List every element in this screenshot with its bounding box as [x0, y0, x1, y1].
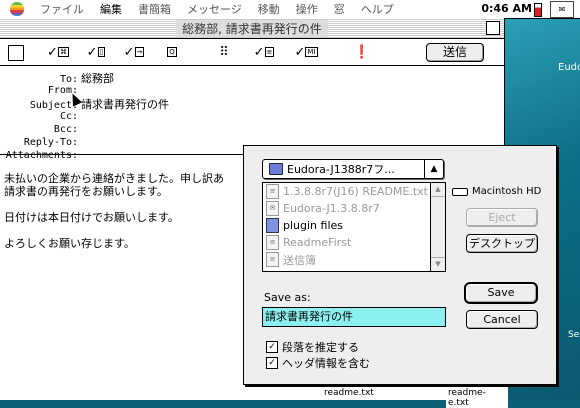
- zoom-box-icon[interactable]: [486, 21, 500, 35]
- checkbox-checked-icon[interactable]: ✓: [266, 341, 278, 353]
- include-headers-checkbox[interactable]: ✓ ヘッダ情報を含む: [266, 355, 370, 371]
- save-dialog: Eudora-J1388r7フ... ▲ ≡ 1.3.8.8r7(J16) REA…: [243, 145, 557, 385]
- desktop-file-readme[interactable]: readme.txt: [322, 388, 376, 398]
- file-item[interactable]: ≡ 1.3.8.8r7(J16) README.txt: [263, 183, 445, 200]
- cancel-button[interactable]: Cancel: [466, 310, 538, 329]
- message-toolbar: ✓ ⌘ ✓ ▯ ✓ → Q ⠿ ✓ ≡ ✓ MI ❗ 送信: [0, 39, 504, 66]
- send-button[interactable]: 送信: [426, 43, 484, 62]
- file-item[interactable]: ≡ 送信簿: [263, 251, 445, 268]
- header-label: Reply-To:: [23, 137, 78, 148]
- eject-button[interactable]: Eject: [466, 208, 538, 227]
- header-value[interactable]: 請求書再発行の件: [81, 98, 169, 111]
- text-as-attachment-icon[interactable]: ⠿: [214, 43, 234, 61]
- header-value[interactable]: 総務部: [81, 72, 114, 85]
- message-body[interactable]: 未払いの企業から連絡がきました。申し訳あ 請求書の再発行をお願いします。 日付け…: [4, 172, 244, 263]
- text-doc-icon[interactable]: ✓ ≡: [254, 43, 275, 61]
- scroll-up-icon[interactable]: ▲: [431, 183, 445, 197]
- save-as-field[interactable]: 請求書再発行の件: [262, 307, 446, 327]
- body-line: よろしくお願い存じます。: [4, 237, 135, 250]
- disk-label: Macintosh HD: [472, 186, 542, 197]
- checkbox-label: ヘッダ情報を含む: [282, 357, 370, 370]
- window-titlebar[interactable]: 総務部, 請求書再発行の件: [0, 18, 504, 39]
- signature-checkbox-icon[interactable]: [8, 45, 24, 61]
- header-label: Bcc:: [53, 124, 78, 135]
- header-reply-to[interactable]: Reply-To:: [0, 135, 81, 148]
- menu-help[interactable]: ヘルプ: [353, 1, 402, 17]
- return-receipt-icon[interactable]: ❗: [352, 43, 372, 61]
- menu-special[interactable]: 操作: [288, 1, 326, 17]
- file-name: 1.3.8.8r7(J16) README.txt: [283, 185, 428, 198]
- checkbox-checked-icon[interactable]: ✓: [266, 357, 278, 369]
- file-name: 送信簿: [283, 253, 316, 267]
- battery-icon[interactable]: [534, 3, 542, 17]
- application-icon: ✉: [266, 201, 279, 216]
- menu-message[interactable]: メッセージ: [179, 1, 250, 17]
- attachment-icon[interactable]: ✓ ▯: [86, 43, 106, 61]
- desktop-file-readme-e[interactable]: readme-e.txt: [446, 388, 508, 408]
- header-label: From:: [47, 85, 78, 96]
- checkbox-label: 段落を推定する: [282, 341, 359, 354]
- menu-transfer[interactable]: 移動: [250, 1, 288, 17]
- text-file-icon: ≡: [266, 235, 279, 250]
- header-cc[interactable]: Cc:: [0, 109, 81, 122]
- mailbox-file-icon: ≡: [266, 252, 279, 267]
- file-item[interactable]: ✉ Eudora-J1.3.8.8r7: [263, 200, 445, 217]
- disk-name: Macintosh HD: [452, 186, 541, 197]
- menu-window[interactable]: 窓: [326, 1, 353, 17]
- file-item[interactable]: ≡ ReadmeFirst: [263, 234, 445, 251]
- menu-edit[interactable]: 編集: [92, 1, 130, 17]
- file-item[interactable]: plugin files: [263, 217, 445, 234]
- header-attachments[interactable]: Attachments:: [0, 148, 81, 161]
- header-label: Cc:: [59, 111, 78, 122]
- guess-paragraphs-checkbox[interactable]: ✓ 段落を推定する: [266, 339, 359, 355]
- desktop-item-label[interactable]: Eudo: [558, 62, 580, 73]
- application-menu-icon[interactable]: ✉: [550, 1, 574, 18]
- save-as-label: Save as:: [264, 291, 311, 304]
- folder-icon: [266, 218, 279, 233]
- desktop-window-strip: readme.txt readme-e.txt: [278, 386, 508, 408]
- file-name: plugin files: [283, 219, 344, 232]
- file-name: Eudora-J1.3.8.8r7: [283, 202, 380, 215]
- qp-icon[interactable]: Q: [162, 43, 182, 61]
- folder-popup[interactable]: Eudora-J1388r7フ... ▲: [262, 159, 444, 179]
- clock[interactable]: 0:46 AM: [481, 2, 532, 15]
- window-title: 総務部, 請求書再発行の件: [176, 19, 328, 37]
- file-name: ReadmeFirst: [283, 236, 352, 249]
- menu-mailbox[interactable]: 書簡箱: [130, 1, 179, 17]
- folder-popup-label: Eudora-J1388r7フ...: [287, 163, 395, 176]
- mime-icon[interactable]: ✓ MI: [295, 43, 318, 61]
- apple-menu-icon[interactable]: [10, 2, 24, 16]
- header-label: Attachments:: [5, 150, 78, 161]
- body-line: 未払いの企業から連絡がきました。申し訳あ: [4, 172, 224, 185]
- hard-disk-icon: [452, 187, 468, 196]
- priority-icon[interactable]: ✓ ⌘: [47, 43, 69, 61]
- folder-icon: [269, 163, 283, 175]
- popup-arrows-icon: ▲: [424, 160, 443, 178]
- body-line: 日付けは本日付けでお願いします。: [4, 211, 179, 224]
- file-list-scrollbar[interactable]: ▲ ▼: [430, 183, 445, 271]
- scroll-down-icon[interactable]: ▼: [431, 257, 445, 271]
- desktop-item-label-partial[interactable]: Se: [568, 330, 579, 340]
- menu-file[interactable]: ファイル: [32, 1, 92, 17]
- menu-bar: ファイル 編集 書簡箱 メッセージ 移動 操作 窓 ヘルプ 0:46 AM ✉: [0, 0, 580, 19]
- text-file-icon: ≡: [266, 184, 279, 199]
- body-line: 請求書の再発行をお願いします。: [4, 185, 168, 198]
- desktop-button[interactable]: デスクトップ: [466, 234, 538, 253]
- tab-icon[interactable]: ✓ →: [124, 43, 145, 61]
- header-bcc[interactable]: Bcc:: [0, 122, 81, 135]
- save-button[interactable]: Save: [464, 282, 538, 304]
- file-list[interactable]: ≡ 1.3.8.8r7(J16) README.txt ✉ Eudora-J1.3.…: [262, 182, 446, 272]
- message-headers: To: 総務部 From: Subject: 請求書再発行の件 Cc: Bcc: R…: [0, 66, 504, 161]
